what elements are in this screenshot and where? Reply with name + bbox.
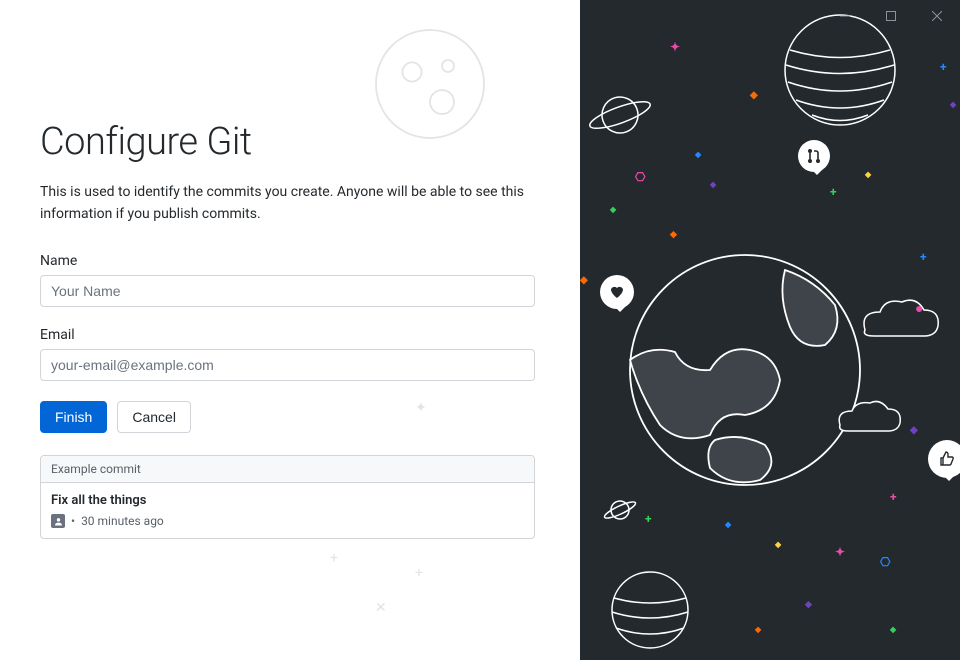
sparkle-icon: + (920, 250, 927, 264)
heart-icon (609, 284, 625, 300)
email-label: Email (40, 327, 540, 343)
sparkle-icon: ◆ (610, 205, 616, 214)
example-commit-header: Example commit (41, 456, 534, 483)
sparkle-icon: + (415, 565, 423, 581)
sparkle-icon: + (940, 60, 947, 74)
commit-time: 30 minutes ago (81, 514, 164, 528)
button-row: Finish Cancel (40, 401, 540, 433)
sparkle-icon: ✦ (415, 400, 427, 416)
sparkle-icon: ✦ (835, 545, 845, 559)
sparkle-icon: ◆ (775, 540, 781, 549)
sparkle-icon: + (830, 185, 837, 199)
sparkle-icon: ◆ (805, 600, 812, 610)
heart-bubble (600, 275, 634, 309)
sparkle-icon: + (645, 512, 652, 526)
moon-illustration (370, 24, 490, 144)
sparkle-icon: ⎔ (880, 555, 890, 569)
example-commit-body: Fix all the things • 30 minutes ago (41, 483, 534, 538)
name-label: Name (40, 253, 540, 269)
pull-request-bubble (798, 140, 830, 172)
sparkle-icon: ✦ (670, 40, 680, 54)
name-field-group: Name (40, 253, 540, 307)
minimize-button[interactable] (822, 0, 868, 32)
sparkle-icon: ◆ (580, 275, 588, 286)
cancel-button[interactable]: Cancel (117, 401, 191, 433)
avatar-icon (51, 514, 65, 528)
sparkle-icon: ✕ (375, 600, 387, 616)
sparkle-icon: ◆ (865, 170, 871, 179)
commit-meta: • 30 minutes ago (51, 514, 524, 528)
example-commit-card: Example commit Fix all the things • 30 m… (40, 455, 535, 539)
sparkle-icon: ◆ (750, 90, 758, 101)
window-controls (822, 0, 960, 32)
sparkle-icon: ● (915, 300, 923, 317)
finish-button[interactable]: Finish (40, 401, 107, 433)
page-description: This is used to identify the commits you… (40, 182, 540, 225)
thumbs-up-bubble (928, 440, 960, 478)
sparkle-icon: ◆ (670, 230, 677, 240)
sparkle-icon: ◆ (695, 150, 701, 159)
sparkle-icon: ◆ (725, 520, 731, 529)
sparkle-icon: ◆ (890, 625, 896, 634)
sparkle-icon: + (330, 550, 338, 566)
illustration-panel: ✦ ◆ + ◆ ◆ ⎔ ◆ + ◆ ◆ ◆ + ● ◆ + + ◆ ◆ ✦ ⎔ … (580, 0, 960, 660)
space-illustration (580, 0, 960, 660)
sparkle-icon: ⎔ (635, 170, 645, 184)
sparkle-icon: ◆ (755, 625, 761, 634)
separator-dot: • (71, 514, 75, 528)
close-button[interactable] (914, 0, 960, 32)
email-field-group: Email (40, 327, 540, 381)
email-input[interactable] (40, 349, 535, 381)
sparkle-icon: + (890, 490, 897, 504)
sparkle-icon: ◆ (910, 425, 918, 436)
maximize-button[interactable] (868, 0, 914, 32)
sparkle-icon: ◆ (710, 180, 716, 189)
sparkle-icon: ◆ (950, 100, 956, 109)
thumbs-up-icon (939, 451, 955, 467)
name-input[interactable] (40, 275, 535, 307)
configure-git-panel: ✦ + ✕ + Configure Git This is used to id… (0, 0, 580, 660)
app-window: ✦ + ✕ + Configure Git This is used to id… (0, 0, 960, 660)
commit-title: Fix all the things (51, 493, 524, 508)
pull-request-icon (806, 148, 822, 164)
